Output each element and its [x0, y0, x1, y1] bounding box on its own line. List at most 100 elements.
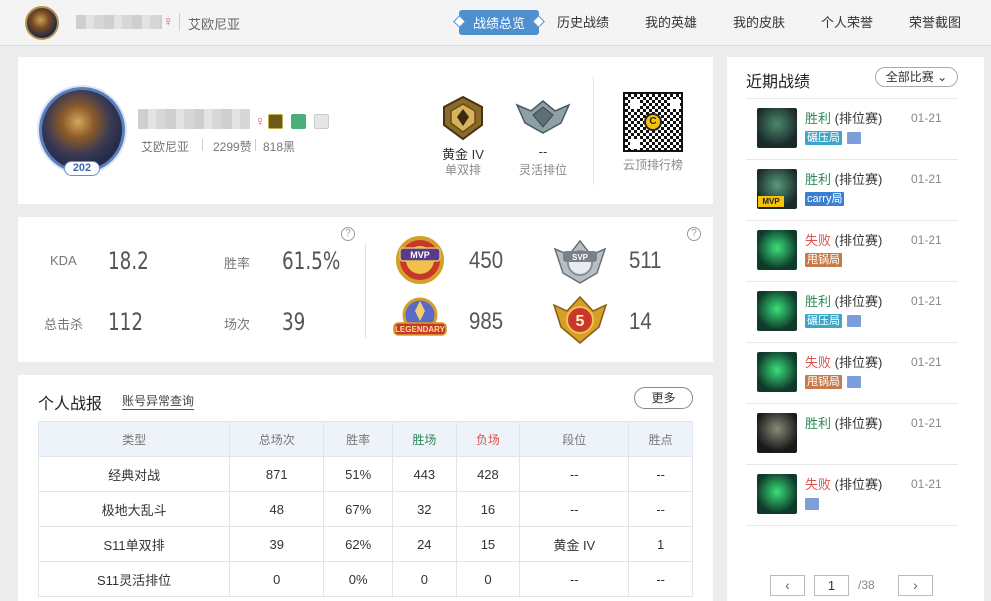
current-page-input[interactable]: 1 [814, 575, 849, 596]
match-date: 01-21 [911, 416, 942, 430]
match-mode: (排位赛) [831, 111, 883, 126]
match-date: 01-21 [911, 111, 942, 125]
recent-match-item[interactable]: 失败 (排位赛) 01-21 甩锅局 [746, 221, 958, 282]
match-result: 胜利 (排位赛) [805, 108, 882, 127]
champion-portrait [757, 352, 797, 392]
recent-match-item[interactable]: 胜利 (排位赛) 01-21 碾压局 [746, 282, 958, 343]
match-tag-badge: 甩锅局 [805, 253, 842, 267]
total-pages: /38 [858, 578, 875, 592]
solo-rank-label: 单双排 [444, 163, 481, 177]
cell: 黄金 IV [519, 526, 630, 562]
legendary-count: 985 [469, 308, 504, 335]
champion-portrait [757, 474, 797, 514]
recent-match-item[interactable]: MVP 胜利 (排位赛) 01-21 carry局 [746, 160, 958, 221]
blurred-player-name [76, 15, 162, 29]
cell: 24 [392, 526, 457, 562]
tab-history[interactable]: 历史战绩 [557, 12, 609, 31]
next-page-button[interactable]: › [898, 575, 933, 596]
legendary-medal-icon: LEGENDARY [393, 297, 447, 336]
result-label: 胜利 [805, 294, 832, 309]
tft-leaderboard-label: 云顶排行榜 [622, 158, 683, 172]
mvp-badge: MVP [758, 196, 784, 207]
games-label: 场次 [224, 317, 251, 332]
champion-portrait [757, 291, 797, 331]
divider [179, 13, 180, 31]
col-header-wins: 胜场 [392, 421, 457, 457]
col-header-winrate: 胜率 [323, 421, 394, 457]
result-label: 胜利 [805, 172, 832, 187]
champion-portrait [757, 108, 797, 148]
col-header-losses: 负场 [455, 421, 521, 457]
recent-match-item[interactable]: 胜利 (排位赛) 01-21 碾压局 [746, 99, 958, 160]
games-value: 39 [282, 308, 306, 336]
recent-match-item[interactable]: 失败 (排位赛) 01-21 [746, 465, 958, 526]
record-title: 个人战报 [38, 396, 103, 413]
match-tag-badge: 甩锅局 [805, 375, 842, 389]
likes-count: 2299赞 [213, 140, 252, 154]
match-mode: (排位赛) [831, 233, 883, 248]
female-icon: ♀ [255, 113, 266, 129]
penta-kill-medal-icon: 5 [552, 295, 608, 344]
table-row: S11单双排 39 62% 24 15 黄金 IV 1 [37, 526, 693, 562]
honor-badge-icon[interactable] [268, 114, 283, 129]
match-result: 失败 (排位赛) [805, 474, 882, 493]
account-abnormal-link[interactable]: 账号异常查询 [122, 392, 195, 410]
copy-icon[interactable] [291, 114, 306, 129]
cell: 15 [455, 526, 521, 562]
tab-my-skins[interactable]: 我的皮肤 [733, 12, 785, 31]
screenshot-icon[interactable] [805, 498, 819, 510]
top-avatar[interactable] [25, 6, 59, 40]
match-tag-badge: 碾压局 [805, 314, 842, 328]
cell: 1 [628, 526, 693, 562]
match-date: 01-21 [911, 172, 942, 186]
kda-value: 18.2 [108, 247, 149, 275]
tab-my-heroes[interactable]: 我的英雄 [645, 12, 697, 31]
screenshot-icon[interactable] [847, 132, 861, 144]
recent-title: 近期战绩 [746, 74, 811, 91]
col-header-total: 总场次 [229, 421, 325, 457]
cell: -- [519, 561, 630, 597]
svg-text:5: 5 [576, 313, 585, 330]
cell: -- [519, 491, 630, 527]
match-mode: (排位赛) [831, 294, 883, 309]
record-table: 类型 总场次 胜率 胜场 负场 段位 胜点 经典对战 871 51% 443 4… [37, 421, 693, 597]
tab-overview[interactable]: 战绩总览 [459, 10, 540, 35]
kda-label: KDA [50, 253, 77, 268]
female-icon: ♀ [163, 13, 174, 29]
cell: -- [628, 456, 693, 492]
profile-server: 艾欧尼亚 [141, 140, 190, 154]
recent-match-item[interactable]: 胜利 (排位赛) 01-21 [746, 404, 958, 465]
more-button[interactable]: 更多 [634, 387, 693, 409]
help-icon[interactable]: ? [341, 227, 355, 241]
level-badge: 202 [64, 161, 100, 176]
tab-honor-screenshots[interactable]: 荣誉截图 [909, 12, 961, 31]
divider [255, 139, 256, 151]
recent-match-item[interactable]: 失败 (排位赛) 01-21 甩锅局 [746, 343, 958, 404]
total-kills-label: 总击杀 [44, 317, 84, 332]
result-label: 胜利 [805, 416, 832, 431]
cell: 51% [323, 456, 394, 492]
match-date: 01-21 [911, 294, 942, 308]
help-icon[interactable]: ? [687, 227, 701, 241]
prev-page-button[interactable]: ‹ [770, 575, 805, 596]
cell: 16 [455, 491, 521, 527]
result-label: 胜利 [805, 111, 832, 126]
cell: 48 [229, 491, 325, 527]
trophy-icon[interactable] [314, 114, 329, 129]
screenshot-icon[interactable] [847, 376, 861, 388]
match-result: 胜利 (排位赛) [805, 169, 882, 188]
tab-personal-honor[interactable]: 个人荣誉 [821, 12, 873, 31]
match-filter-dropdown[interactable]: 全部比赛 ⌄ [875, 67, 958, 87]
cell: -- [628, 491, 693, 527]
penta-kill-count: 14 [629, 308, 652, 335]
screenshot-icon[interactable] [847, 315, 861, 327]
cell: 443 [392, 456, 457, 492]
gold-rank-emblem-icon [443, 95, 483, 141]
svp-count: 511 [629, 247, 662, 274]
mvp-medal-icon: MVP [396, 236, 444, 284]
total-kills-value: 112 [108, 308, 144, 336]
cell: 39 [229, 526, 325, 562]
divider [365, 243, 366, 338]
match-mode: (排位赛) [831, 477, 883, 492]
svg-text:LEGENDARY: LEGENDARY [395, 325, 446, 334]
